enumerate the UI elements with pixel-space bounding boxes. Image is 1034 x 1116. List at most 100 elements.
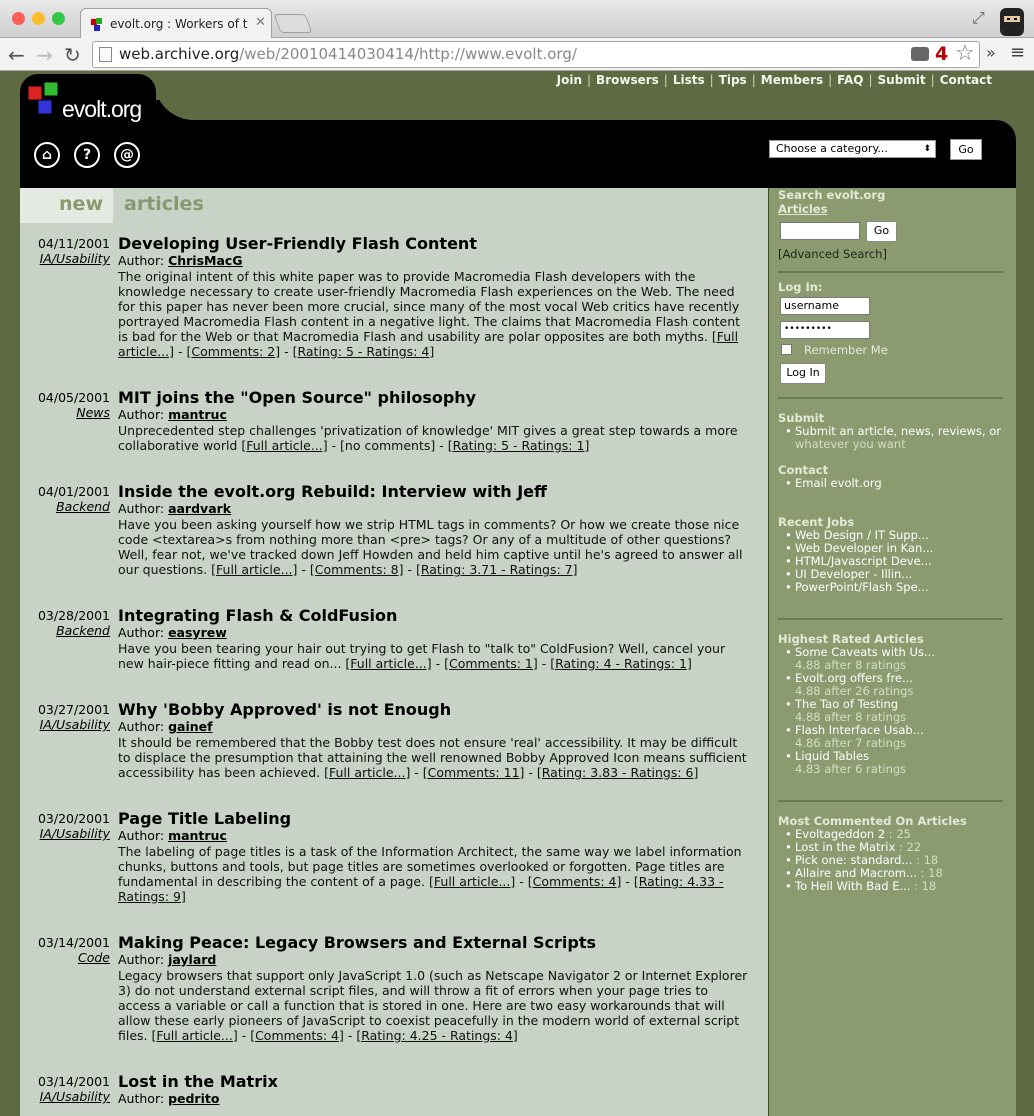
close-window-button[interactable] [12,12,25,25]
divider [778,618,1003,620]
top-link-tips[interactable]: Tips [719,73,747,87]
reload-icon[interactable]: ↻ [64,43,81,67]
extensions-chevron-icon[interactable]: » [986,43,996,62]
author-link[interactable]: mantruc [168,828,227,843]
article-category-link[interactable]: IA/Usability [24,826,110,841]
camera-icon[interactable] [911,47,929,61]
comments-link[interactable]: [Comments: 8] [310,562,404,577]
home-icon[interactable]: ⌂ [34,142,60,168]
full-article-link[interactable]: [Full article...] [152,1028,238,1043]
rating-link[interactable]: [Rating: 4 - Ratings: 1] [550,656,692,671]
article-category-link[interactable]: News [24,405,110,420]
category-go-button[interactable]: Go [950,139,982,160]
login-button[interactable]: Log In [780,363,826,384]
email-at-icon[interactable]: @ [114,142,140,168]
fullscreen-icon[interactable]: ⤢ [972,8,985,28]
comments-link[interactable]: [Comments: 1] [444,656,538,671]
divider [778,271,1003,273]
full-article-link[interactable]: [Full article...] [211,562,297,577]
article-title-link[interactable]: Developing User-Friendly Flash Content [118,234,477,253]
top-link-faq[interactable]: FAQ [837,73,863,87]
advanced-search-link[interactable]: [Advanced Search] [778,247,887,261]
commented-article-item[interactable]: To Hell With Bad E... : 18 [785,879,943,894]
url-text[interactable]: web.archive.org/web/20010414030414/http:… [119,45,577,63]
top-link-contact[interactable]: Contact [940,73,992,87]
bookmark-star-icon[interactable]: ☆ [955,41,975,66]
username-input[interactable]: username [780,297,870,315]
article-title-link[interactable]: Lost in the Matrix [118,1072,278,1091]
author-link[interactable]: jaylard [168,952,216,967]
job-item[interactable]: PowerPoint/Flash Spe... [785,581,933,595]
login-title: Log In: [778,280,823,294]
article-category-link[interactable]: IA/Usability [24,251,110,266]
comments-link[interactable]: [Comments: 4] [528,874,622,889]
article-category-link[interactable]: IA/Usability [24,1089,110,1104]
search-articles-label[interactable]: Articles [778,202,827,216]
help-icon[interactable]: ? [74,142,100,168]
article-category-link[interactable]: IA/Usability [24,717,110,732]
commented-article-link[interactable]: To Hell With Bad E... [795,879,910,893]
comments-link[interactable]: [Comments: 2] [186,344,280,359]
close-tab-icon[interactable]: ✕ [255,15,266,30]
top-link-join[interactable]: Join [557,73,582,87]
author-link[interactable]: pedrito [168,1091,219,1106]
article-category-link[interactable]: Backend [24,623,110,638]
rating-link[interactable]: [Rating: 3.83 - Ratings: 6] [537,765,698,780]
rating-link[interactable]: [Rating: 5 - Ratings: 4] [293,344,435,359]
article-summary: The original intent of this white paper … [118,269,748,359]
article-title-link[interactable]: Why 'Bobby Approved' is not Enough [118,700,451,719]
author-link[interactable]: ChrisMacG [168,253,243,268]
author-link[interactable]: mantruc [168,407,227,422]
article-title-link[interactable]: Page Title Labeling [118,809,291,828]
password-input[interactable]: ••••••••• [780,321,870,339]
full-article-link[interactable]: [Full article...] [429,874,515,889]
address-bar[interactable]: web.archive.org/web/20010414030414/http:… [92,41,980,68]
commented-article-link[interactable]: Allaire and Macrom... [795,866,917,880]
article-title-link[interactable]: Making Peace: Legacy Browsers and Extern… [118,933,596,952]
author-link[interactable]: aardvark [168,501,231,516]
article-date: 03/27/2001 [37,702,110,717]
article-category-link[interactable]: Backend [24,499,110,514]
search-input[interactable] [780,222,860,240]
minimize-window-button[interactable] [32,12,45,25]
top-link-browsers[interactable]: Browsers [596,73,659,87]
evolt-logo[interactable]: evolt.org [26,78,156,130]
contact-item[interactable]: Email evolt.org [785,477,882,491]
separator: - [435,438,448,453]
author-label: Author: [118,253,169,268]
comments-link[interactable]: [Comments: 11] [423,765,525,780]
full-article-link[interactable]: [Full article...] [345,656,431,671]
article-title-link[interactable]: Inside the evolt.org Rebuild: Interview … [118,482,547,501]
author-link[interactable]: gainef [168,719,212,734]
top-link-submit[interactable]: Submit [878,73,926,87]
full-article-link[interactable]: [Full article...] [324,765,410,780]
new-tab-button[interactable] [273,14,313,33]
back-arrow-icon[interactable]: ← [8,43,25,67]
top-link-members[interactable]: Members [761,73,823,87]
rating-link[interactable]: [Rating: 4.25 - Ratings: 4] [356,1028,517,1043]
rating-link[interactable]: [Rating: 3.71 - Ratings: 7] [416,562,577,577]
profile-avatar-icon[interactable] [996,2,1028,36]
commented-article-link[interactable]: Pick one: standard... [795,853,912,867]
zoom-window-button[interactable] [52,12,65,25]
commented-article-link[interactable]: Lost in the Matrix [795,840,895,854]
full-article-link[interactable]: [Full article...] [241,438,327,453]
article-category-link[interactable]: Code [24,950,110,965]
top-link-lists[interactable]: Lists [673,73,705,87]
contact-list: Email evolt.org [785,477,882,491]
rating-link[interactable]: [Rating: 5 - Ratings: 1] [448,438,590,453]
remember-me-checkbox[interactable] [781,344,792,355]
extension-badge-icon[interactable]: 4 [935,43,948,65]
forward-arrow-icon[interactable]: → [36,43,53,67]
search-go-button[interactable]: Go [866,221,897,242]
menu-icon[interactable]: ≡ [1010,42,1025,63]
commented-article-link[interactable]: Evoltageddon 2 [795,827,885,841]
article-title-link[interactable]: Integrating Flash & ColdFusion [118,606,397,625]
browser-tab-active[interactable]: evolt.org : Workers of the W ✕ [80,8,272,39]
link-separator: | [751,73,756,87]
author-link[interactable]: easyrew [168,625,227,640]
article-title-link[interactable]: MIT joins the "Open Source" philosophy [118,388,476,407]
tab-title: evolt.org : Workers of the W [110,17,248,31]
category-select[interactable]: Choose a category... ⬍ [769,140,936,158]
comments-link[interactable]: [Comments: 4] [250,1028,344,1043]
